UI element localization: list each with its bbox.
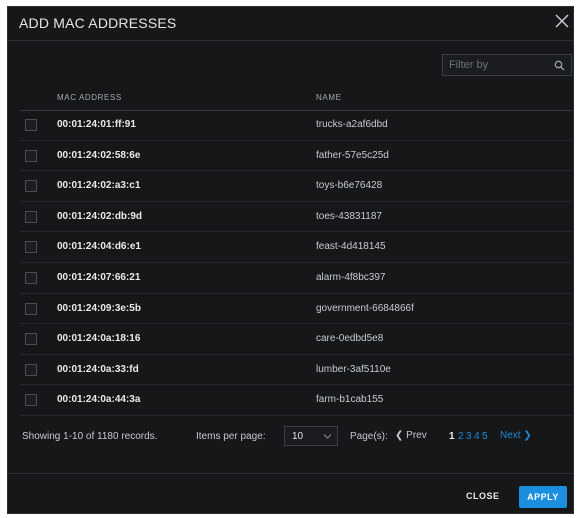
- close-button[interactable]: CLOSE: [466, 491, 500, 501]
- name-cell: alarm-4f8bc397: [316, 271, 386, 283]
- page-3[interactable]: 3: [466, 431, 472, 442]
- row-checkbox[interactable]: [25, 394, 37, 407]
- table-row: 00:01:24:09:3e:5b government-6684866f: [20, 294, 572, 325]
- row-checkbox[interactable]: [25, 241, 37, 254]
- mac-address-cell: 00:01:24:07:66:21: [57, 271, 141, 283]
- row-checkbox[interactable]: [25, 363, 37, 376]
- column-header-mac-address: MAC ADDRESS: [57, 93, 122, 102]
- filter-input[interactable]: [443, 55, 559, 75]
- table-row: 00:01:24:02:a3:c1 toys-b6e76428: [20, 171, 572, 202]
- prev-label: Prev: [406, 430, 427, 441]
- table-row: 00:01:24:02:db:9d toes-43831187: [20, 202, 572, 233]
- filter-box: [442, 54, 572, 76]
- items-per-page-value: 10: [292, 431, 304, 442]
- mac-address-cell: 00:01:24:0a:18:16: [57, 333, 141, 345]
- row-checkbox[interactable]: [25, 180, 37, 193]
- records-count: Showing 1-10 of 1180 records.: [22, 431, 158, 442]
- table-row: 00:01:24:04:d6:e1 feast-4d418145: [20, 232, 572, 263]
- table-row: 00:01:24:07:66:21 alarm-4f8bc397: [20, 263, 572, 294]
- table-row: 00:01:24:02:58:6e father-57e5c25d: [20, 141, 572, 172]
- mac-address-cell: 00:01:24:0a:33:fd: [57, 363, 139, 375]
- row-checkbox[interactable]: [25, 333, 37, 346]
- apply-button[interactable]: APPLY: [519, 486, 567, 508]
- name-cell: lumber-3af5110e: [316, 363, 391, 375]
- chevron-left-icon: ❮: [395, 430, 404, 441]
- name-cell: father-57e5c25d: [316, 149, 389, 161]
- page-4[interactable]: 4: [474, 431, 480, 442]
- next-page-button[interactable]: Next ❯: [500, 430, 532, 441]
- mac-address-list: 00:01:24:01:ff:91 trucks-a2af6dbd 00:01:…: [20, 110, 572, 416]
- items-per-page-select[interactable]: 10: [284, 426, 338, 446]
- table-header: MAC ADDRESS NAME: [20, 90, 572, 111]
- dialog-header: ADD MAC ADDRESSES: [8, 7, 573, 41]
- name-cell: farm-b1cab155: [316, 394, 384, 406]
- row-checkbox[interactable]: [25, 210, 37, 223]
- mac-address-cell: 00:01:24:02:a3:c1: [57, 180, 141, 192]
- prev-page-button[interactable]: ❮ Prev: [395, 430, 427, 441]
- pagination-bar: Showing 1-10 of 1180 records. Items per …: [20, 425, 572, 447]
- next-label: Next: [500, 430, 521, 441]
- chevron-down-icon: [323, 434, 332, 439]
- name-cell: care-0edbd5e8: [316, 333, 384, 345]
- page-5[interactable]: 5: [482, 431, 488, 442]
- row-checkbox[interactable]: [25, 119, 37, 131]
- mac-address-cell: 00:01:24:01:ff:91: [57, 119, 136, 130]
- items-per-page-label: Items per page:: [196, 431, 266, 442]
- search-icon: [554, 60, 565, 71]
- name-cell: government-6684866f: [316, 302, 414, 314]
- mac-address-cell: 00:01:24:09:3e:5b: [57, 302, 141, 314]
- table-row: 00:01:24:0a:44:3a farm-b1cab155: [20, 385, 572, 416]
- name-cell: toys-b6e76428: [316, 180, 383, 192]
- table-row: 00:01:24:0a:33:fd lumber-3af5110e: [20, 355, 572, 386]
- pages-label: Page(s):: [350, 431, 388, 442]
- dialog-title: ADD MAC ADDRESSES: [19, 15, 177, 31]
- close-icon[interactable]: [553, 12, 571, 30]
- mac-address-cell: 00:01:24:02:db:9d: [57, 210, 143, 222]
- row-checkbox[interactable]: [25, 271, 37, 284]
- table-row: 00:01:24:01:ff:91 trucks-a2af6dbd: [20, 110, 572, 141]
- mac-address-cell: 00:01:24:02:58:6e: [57, 149, 141, 161]
- footer-divider: [8, 473, 573, 474]
- column-header-name: NAME: [316, 93, 342, 102]
- name-cell: toes-43831187: [316, 210, 382, 222]
- add-mac-addresses-dialog: ADD MAC ADDRESSES MAC ADDRESS NAME 00:01…: [7, 6, 574, 514]
- row-checkbox[interactable]: [25, 302, 37, 315]
- table-row: 00:01:24:0a:18:16 care-0edbd5e8: [20, 324, 572, 355]
- mac-address-cell: 00:01:24:0a:44:3a: [57, 394, 141, 406]
- page-2[interactable]: 2: [458, 431, 464, 442]
- name-cell: trucks-a2af6dbd: [316, 119, 388, 130]
- mac-address-cell: 00:01:24:04:d6:e1: [57, 241, 141, 253]
- page-1[interactable]: 1: [449, 431, 455, 442]
- apply-label: APPLY: [527, 492, 559, 502]
- name-cell: feast-4d418145: [316, 241, 386, 253]
- chevron-right-icon: ❯: [523, 430, 532, 441]
- row-checkbox[interactable]: [25, 149, 37, 162]
